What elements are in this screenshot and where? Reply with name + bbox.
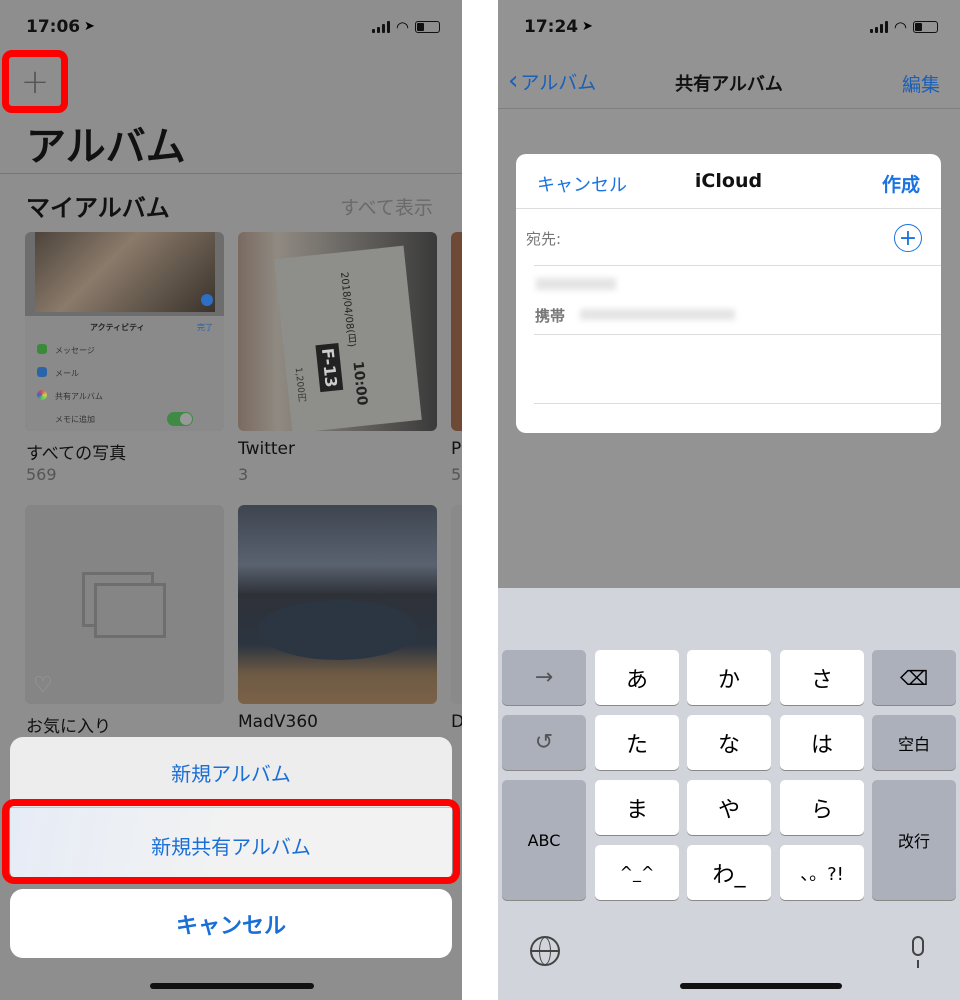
- shared-album-screen: 17:24 ➤ ◠ ‹ アルバム 共有アルバム 編集 キャンセル iCloud …: [498, 0, 960, 1000]
- album-name: MadV360: [238, 712, 318, 732]
- icloud-dialog: キャンセル iCloud 作成 宛先: + 携帯: [516, 154, 941, 433]
- key[interactable]: た: [595, 715, 679, 770]
- edit-button[interactable]: 編集: [902, 70, 940, 97]
- messages-icon: [37, 344, 47, 354]
- key[interactable]: 、。?!: [780, 845, 864, 900]
- album-thumb-favorites[interactable]: ♡: [25, 505, 224, 704]
- key[interactable]: か: [687, 650, 771, 705]
- add-contact-icon[interactable]: +: [894, 224, 922, 252]
- wifi-icon: ◠: [395, 18, 409, 36]
- contact-type: 携帯: [535, 307, 566, 325]
- key[interactable]: ま: [595, 780, 679, 835]
- cat-photo: [35, 232, 215, 312]
- cancel-button[interactable]: キャンセル: [10, 889, 452, 958]
- key[interactable]: な: [687, 715, 771, 770]
- key[interactable]: さ: [780, 650, 864, 705]
- toggle-on: [167, 412, 193, 426]
- album-thumb-madv360[interactable]: [238, 505, 437, 704]
- mail-icon: [37, 367, 47, 377]
- key[interactable]: や: [687, 780, 771, 835]
- keyboard: → あ か さ ⌫ ↺ た な は 空白 ABC ま や ら 改行 ^_^ わ_…: [498, 588, 960, 1000]
- ticket-date: 2018/04/08(日): [337, 271, 357, 348]
- activity-item: メモに追加: [55, 415, 95, 424]
- contact-name-blurred: [536, 278, 616, 290]
- microphone-icon[interactable]: [912, 936, 924, 956]
- photos-albums-screen: 17:06 ➤ ◠ + アルバム マイアルバム すべて表示 アクティビティ 完了…: [0, 0, 462, 1000]
- album-name: D: [451, 712, 462, 732]
- divider: [516, 208, 941, 209]
- ticket-time: 10:00: [349, 360, 370, 407]
- space-key[interactable]: 空白: [872, 715, 956, 770]
- add-album-button[interactable]: +: [2, 50, 68, 113]
- section-title: マイアルバム: [26, 194, 170, 222]
- nav-title: 共有アルバム: [675, 74, 783, 95]
- divider: [534, 265, 941, 266]
- album-name: Twitter: [238, 439, 295, 459]
- ticket-seat: F-13: [315, 343, 344, 393]
- activity-item: メール: [55, 369, 79, 378]
- status-icons: ◠: [371, 18, 440, 36]
- album-count: 3: [238, 465, 249, 484]
- location-icon: ➤: [84, 19, 95, 34]
- key[interactable]: あ: [595, 650, 679, 705]
- check-icon: [201, 294, 213, 306]
- activity-item: メッセージ: [55, 346, 95, 355]
- activity-item: 共有アルバム: [55, 392, 103, 401]
- page-title: アルバム: [26, 124, 186, 170]
- divider: [498, 108, 960, 109]
- key[interactable]: わ_: [687, 845, 771, 900]
- abc-key[interactable]: ABC: [502, 780, 586, 900]
- highlight-box: [2, 799, 460, 884]
- status-time: 17:06: [26, 17, 81, 37]
- to-label: 宛先:: [526, 230, 562, 248]
- album-thumb-twitter[interactable]: 2018/04/08(日) F-13 10:00 1,200円: [238, 232, 437, 431]
- album-thumb-p[interactable]: [451, 232, 462, 431]
- home-indicator: [150, 983, 314, 989]
- album-thumb-all-photos[interactable]: アクティビティ 完了 メッセージ メール 共有アルバム メモに追加: [25, 232, 224, 431]
- create-button[interactable]: 作成: [882, 170, 920, 197]
- album-count: 569: [26, 465, 57, 484]
- status-icons: ◠: [869, 18, 938, 36]
- contact-number-blurred: [580, 309, 735, 320]
- divider: [534, 403, 941, 404]
- album-name: お気に入り: [26, 717, 111, 737]
- battery-icon: [415, 21, 440, 33]
- album-count: 5: [451, 465, 462, 484]
- dialog-title: iCloud: [694, 170, 763, 192]
- next-key[interactable]: →: [502, 650, 586, 705]
- heart-icon: ♡: [33, 673, 53, 698]
- keyboard-photo: [258, 600, 418, 660]
- divider: [534, 334, 941, 335]
- activity-title: アクティビティ: [90, 323, 145, 332]
- signal-icon: [371, 21, 390, 33]
- activity-done: 完了: [197, 323, 213, 332]
- album-name: P: [451, 439, 462, 459]
- ticket-price: 1,200円: [292, 366, 307, 403]
- albums-placeholder-icon-front: [94, 583, 166, 638]
- location-icon: ➤: [582, 19, 593, 34]
- see-all-link[interactable]: すべて表示: [340, 193, 433, 220]
- status-time: 17:24: [524, 17, 579, 37]
- battery-icon: [913, 21, 938, 33]
- home-indicator: [680, 983, 842, 989]
- album-thumb-d[interactable]: [451, 505, 462, 704]
- wifi-icon: ◠: [893, 18, 907, 36]
- delete-key[interactable]: ⌫: [872, 650, 956, 705]
- key[interactable]: ら: [780, 780, 864, 835]
- undo-key[interactable]: ↺: [502, 715, 586, 770]
- return-key[interactable]: 改行: [872, 780, 956, 900]
- album-name: すべての写真: [26, 444, 127, 464]
- new-album-button[interactable]: 新規アルバム: [10, 737, 452, 807]
- signal-icon: [869, 21, 888, 33]
- key[interactable]: ^_^: [595, 845, 679, 900]
- ticket-photo: 2018/04/08(日) F-13 10:00 1,200円: [274, 245, 422, 431]
- key[interactable]: は: [780, 715, 864, 770]
- photos-icon: [37, 390, 47, 400]
- microphone-stand: [917, 960, 919, 968]
- divider: [0, 173, 462, 174]
- globe-icon[interactable]: [530, 936, 560, 966]
